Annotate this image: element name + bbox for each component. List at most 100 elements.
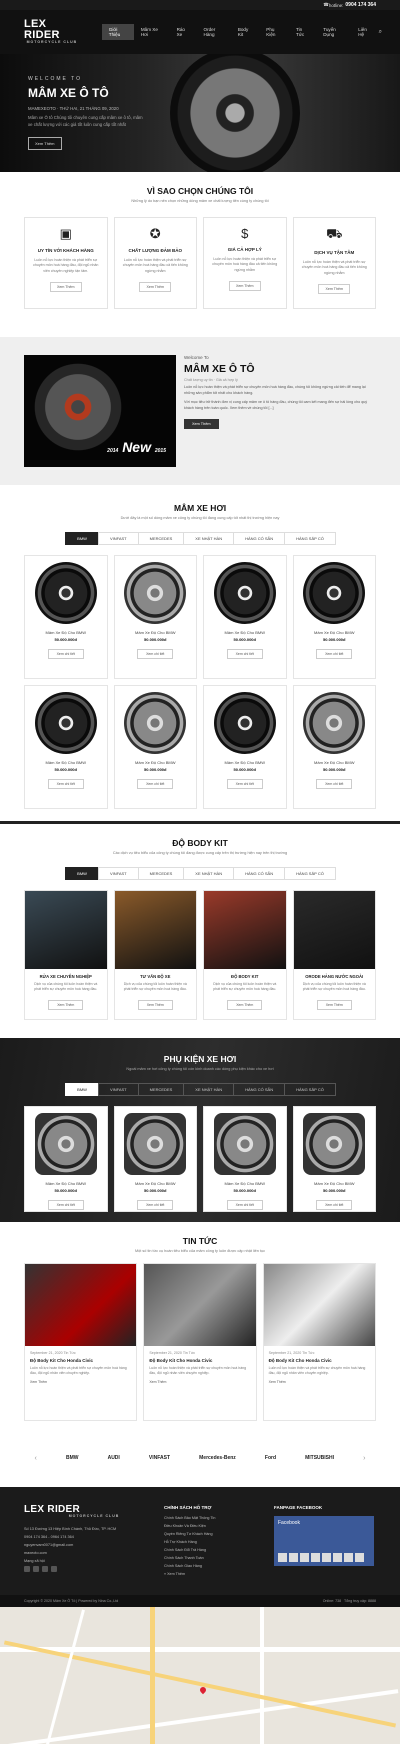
why-card-button[interactable]: Xem Thêm <box>139 282 171 293</box>
nav-item[interactable]: Tin Tức <box>289 24 316 40</box>
tab-hàng-sắp-có[interactable]: HÀNG SẮP CÓ <box>284 1083 336 1096</box>
why-card-button[interactable]: Xem Thêm <box>49 282 82 293</box>
product-name[interactable]: Mâm Xe Độ Cho BMW <box>294 630 376 635</box>
product-detail-button[interactable]: Xem chi tiết <box>47 649 84 659</box>
product-name[interactable]: Mâm Xe Độ Cho BMW <box>25 760 107 765</box>
product-card[interactable]: Mâm Xe Độ Cho BMW 50.000.000đ Xem chi tiết <box>203 685 287 809</box>
product-image[interactable] <box>34 1113 97 1175</box>
product-card[interactable]: Mâm Xe Độ Cho BMW 50.000.000đ Xem chi tiết <box>292 685 376 809</box>
kit-card[interactable]: TƯ VẤN ĐỘ XE Dịch vụ của chúng tôi luôn h… <box>113 890 197 1020</box>
news-title[interactable]: Độ Body Kit Cho Honda Civic <box>144 1355 255 1363</box>
tab-hàng-sắp-có[interactable]: HÀNG SẮP CÓ <box>284 867 336 880</box>
tab-xe-nhật-hàn[interactable]: XE NHẬT HÀN <box>183 1083 235 1096</box>
product-card[interactable]: Mâm Xe Độ Cho BMW 50.000.000đ Xem chi tiết <box>24 685 108 809</box>
product-name[interactable]: Mâm Xe Độ Cho BMW <box>294 760 376 765</box>
product-image[interactable] <box>303 1113 366 1175</box>
nav-item[interactable]: Tuyển Dụng <box>316 24 351 40</box>
product-image[interactable] <box>34 692 97 754</box>
kit-card[interactable]: RỬA XE CHUYÊN NGHIỆP Dịch vụ của chúng tô… <box>24 890 108 1020</box>
kit-image[interactable] <box>25 891 107 969</box>
brand-logo[interactable]: Mercedes-Benz <box>199 1455 236 1461</box>
kit-card-title[interactable]: ORODE HẢNG NƯỚC NGOÀI <box>294 974 376 979</box>
tab-hàng-có-sẵn[interactable]: HÀNG CÓ SẴN <box>233 532 286 545</box>
product-detail-button[interactable]: Xem chi tiết <box>47 779 84 789</box>
footer-phone[interactable]: 0904 174 364 - 0964 174 364 <box>24 1535 164 1539</box>
kit-card[interactable]: ĐỘ BODY KIT Dịch vụ của chúng tôi luôn ho… <box>203 890 287 1020</box>
policy-link[interactable]: » Xem Thêm <box>164 1572 274 1576</box>
hero-button[interactable]: Xem Thêm <box>28 136 62 150</box>
nav-item[interactable]: Order Hàng <box>197 24 231 40</box>
nav-item[interactable]: Ráo Xe <box>170 24 197 40</box>
nav-item[interactable]: Body Kit <box>231 24 259 40</box>
product-image[interactable] <box>303 562 366 624</box>
brand-logo[interactable]: BMW <box>66 1455 79 1461</box>
news-more-link[interactable]: Xem Thêm <box>144 1377 255 1387</box>
product-image[interactable] <box>303 692 366 754</box>
brand-logo[interactable]: MITSUBISHI <box>305 1455 334 1461</box>
news-more-link[interactable]: Xem Thêm <box>264 1377 375 1387</box>
nav-item[interactable]: Mâm Xe Hơi <box>134 24 170 40</box>
product-name[interactable]: Mâm Xe Độ Cho BMW <box>204 630 286 635</box>
product-detail-button[interactable]: Xem chi tiết <box>316 1200 353 1210</box>
product-detail-button[interactable]: Xem chi tiết <box>137 1200 174 1210</box>
product-image[interactable] <box>213 1113 276 1175</box>
youtube-icon[interactable] <box>42 1565 48 1572</box>
product-card[interactable]: Mâm Xe Độ Cho BMW 50.000.000đ Xem chi tiết <box>203 1106 287 1212</box>
nav-item[interactable]: Liên Hệ <box>351 24 378 40</box>
product-card[interactable]: Mâm Xe Độ Cho BMW 50.000.000đ Xem chi tiết <box>292 555 376 679</box>
product-image[interactable] <box>124 1113 187 1175</box>
news-title[interactable]: Độ Body Kit Cho Honda Civic <box>25 1355 136 1363</box>
product-name[interactable]: Mâm Xe Độ Cho BMW <box>115 1181 197 1186</box>
news-category[interactable]: Tin Tức <box>64 1351 76 1355</box>
brand-logo[interactable]: Ford <box>265 1455 276 1461</box>
tab-mercedes[interactable]: MERCEDES <box>137 867 185 880</box>
product-card[interactable]: Mâm Xe Độ Cho BMW 50.000.000đ Xem chi tiết <box>113 685 197 809</box>
instagram-icon[interactable] <box>51 1565 57 1572</box>
why-card-button[interactable]: Xem Thêm <box>228 281 261 292</box>
brand-logo[interactable]: AUDI <box>108 1455 120 1461</box>
tab-hàng-có-sẵn[interactable]: HÀNG CÓ SẴN <box>233 867 286 880</box>
product-detail-button[interactable]: Xem chi tiết <box>316 649 353 659</box>
product-detail-button[interactable]: Xem chi tiết <box>137 649 174 659</box>
tab-hàng-sắp-có[interactable]: HÀNG SẮP CÓ <box>284 532 336 545</box>
product-name[interactable]: Mâm Xe Độ Cho BMW <box>25 1181 107 1186</box>
product-image[interactable] <box>34 562 97 624</box>
tab-vinfast[interactable]: VINFAST <box>97 867 139 880</box>
policy-link[interactable]: Quyền Riêng Tư Khách Hàng <box>164 1532 274 1536</box>
product-image[interactable] <box>124 562 187 624</box>
news-image[interactable] <box>144 1264 256 1346</box>
product-name[interactable]: Mâm Xe Độ Cho BMW <box>25 630 107 635</box>
brand-logo[interactable]: VINFAST <box>149 1455 170 1461</box>
kit-card[interactable]: ORODE HẢNG NƯỚC NGOÀI Dịch vụ của chúng t… <box>292 890 376 1020</box>
tab-bmw[interactable]: BMW <box>65 867 99 880</box>
nav-item[interactable]: Phụ Kiện <box>259 24 289 40</box>
policy-link[interactable]: Hỗ Trợ Khách Hàng <box>164 1540 274 1544</box>
kit-card-button[interactable]: Xem Thêm <box>316 999 352 1010</box>
product-detail-button[interactable]: Xem chi tiết <box>226 649 263 659</box>
product-image[interactable] <box>213 692 276 754</box>
policy-link[interactable]: Chính Sách Thanh Toán <box>164 1556 274 1560</box>
footer-web[interactable]: maxeoto.com <box>24 1551 164 1555</box>
news-title[interactable]: Độ Body Kit Cho Honda Civic <box>264 1355 375 1363</box>
news-image[interactable] <box>263 1264 375 1346</box>
policy-link[interactable]: Chính Sách Đổi Trả Hàng <box>164 1548 274 1552</box>
product-name[interactable]: Mâm Xe Độ Cho BMW <box>204 760 286 765</box>
policy-link[interactable]: Chính Sách Bảo Mật Thông Tin <box>164 1516 274 1520</box>
news-category[interactable]: Tin Tức <box>302 1351 314 1355</box>
policy-link[interactable]: Chính Sách Giao Hàng <box>164 1564 274 1568</box>
product-detail-button[interactable]: Xem chi tiết <box>226 1200 263 1210</box>
location-map[interactable] <box>0 1607 400 1744</box>
kit-image[interactable] <box>204 891 286 969</box>
news-card[interactable]: September 21, 2020 Tin Tức Độ Body Kit Ch… <box>24 1263 138 1421</box>
kit-image[interactable] <box>293 891 375 969</box>
product-image[interactable] <box>213 562 276 624</box>
news-category[interactable]: Tin Tức <box>183 1351 195 1355</box>
why-card-button[interactable]: Xem Thêm <box>318 284 350 295</box>
product-card[interactable]: Mâm Xe Độ Cho BMW 50.000.000đ Xem chi tiết <box>113 555 197 679</box>
tab-bmw[interactable]: BMW <box>65 1083 99 1096</box>
product-card[interactable]: Mâm Xe Độ Cho BMW 50.000.000đ Xem chi tiết <box>203 555 287 679</box>
kit-image[interactable] <box>114 891 196 969</box>
product-name[interactable]: Mâm Xe Độ Cho BMW <box>115 760 197 765</box>
tab-bmw[interactable]: BMW <box>65 532 99 545</box>
nav-item[interactable]: Giới Thiệu <box>101 24 134 40</box>
